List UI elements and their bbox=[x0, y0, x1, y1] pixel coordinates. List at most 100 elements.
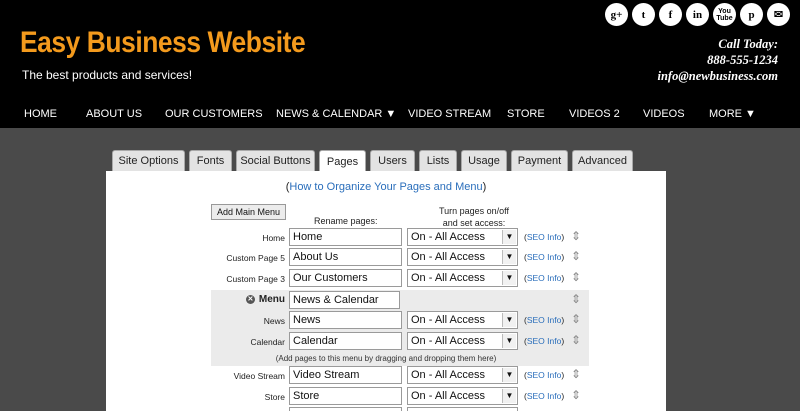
page-row-label: Store bbox=[264, 392, 285, 402]
drag-handle-icon[interactable]: ⇕ bbox=[571, 389, 581, 401]
page-row: Custom Page 5 About Us On - All Access ▼ … bbox=[106, 247, 666, 268]
access-select-value: On - All Access bbox=[411, 272, 485, 284]
seo-info-link[interactable]: SEO Info bbox=[527, 273, 562, 283]
rename-pages-header: Rename pages: bbox=[314, 216, 378, 226]
page-row-label: Custom Page 5 bbox=[226, 253, 285, 263]
seo-info-link[interactable]: SEO Info bbox=[527, 252, 562, 262]
access-select-value: On - All Access bbox=[411, 369, 485, 381]
seo-info-link[interactable]: SEO Info bbox=[527, 232, 562, 242]
drag-handle-icon[interactable]: ⇕ bbox=[571, 334, 581, 346]
youtube-icon[interactable]: You Tube bbox=[713, 3, 736, 26]
tab-usage[interactable]: Usage bbox=[461, 150, 507, 171]
seo-info-link[interactable]: SEO Info bbox=[527, 315, 562, 325]
help-link-row: (How to Organize Your Pages and Menu) bbox=[106, 181, 666, 193]
seo-info-link[interactable]: SEO Info bbox=[527, 391, 562, 401]
chevron-down-icon: ▼ bbox=[502, 389, 516, 403]
menu-label-text: Menu bbox=[258, 294, 285, 305]
drag-handle-icon[interactable]: ⇕ bbox=[571, 368, 581, 380]
page-row: Custom Page 3 Our Customers On - All Acc… bbox=[106, 268, 666, 289]
seo-paren-close: ) bbox=[561, 252, 565, 262]
tab-pages[interactable]: Pages bbox=[319, 150, 366, 172]
tab-users[interactable]: Users bbox=[370, 150, 415, 171]
email-address[interactable]: info@newbusiness.com bbox=[658, 68, 779, 84]
page-name-input[interactable]: Store bbox=[289, 387, 402, 405]
nav-videos[interactable]: VIDEOS bbox=[643, 108, 685, 120]
remove-menu-icon[interactable]: ✕ bbox=[245, 294, 255, 304]
main-nav: HOME ABOUT US OUR CUSTOMERS NEWS & CALEN… bbox=[0, 104, 800, 126]
page-name-input[interactable]: Calendar bbox=[289, 332, 402, 350]
site-header: Easy Business Website The best products … bbox=[0, 0, 800, 128]
access-select[interactable]: On - All Access ▼ bbox=[407, 332, 518, 350]
nav-news-calendar[interactable]: NEWS & CALENDAR ▼ bbox=[276, 108, 396, 120]
page-name-input[interactable]: Home bbox=[289, 228, 402, 246]
nav-about-us[interactable]: ABOUT US bbox=[86, 108, 142, 120]
seo-paren-close: ) bbox=[561, 336, 565, 346]
menu-name-input[interactable]: News & Calendar bbox=[289, 291, 400, 309]
access-select[interactable]: On - All Access ▼ bbox=[407, 248, 518, 266]
page-name-input[interactable]: News bbox=[289, 311, 402, 329]
access-select[interactable]: On - All Access ▼ bbox=[407, 228, 518, 246]
seo-info: (SEO Info) bbox=[524, 336, 564, 346]
call-label: Call Today: bbox=[718, 37, 778, 51]
tab-advanced[interactable]: Advanced bbox=[572, 150, 633, 171]
page-row: Video Stream Video Stream On - All Acces… bbox=[106, 365, 666, 386]
seo-info: (SEO Info) bbox=[524, 315, 564, 325]
drag-drop-hint: (Add pages to this menu by dragging and … bbox=[275, 354, 497, 363]
site-tagline: The best products and services! bbox=[22, 68, 193, 82]
access-select-value: On - All Access bbox=[411, 251, 485, 263]
access-select[interactable]: On - All Access ▼ bbox=[407, 311, 518, 329]
page-name-input[interactable]: About Us bbox=[289, 248, 402, 266]
nav-store[interactable]: STORE bbox=[507, 108, 545, 120]
nav-more[interactable]: MORE ▼ bbox=[709, 108, 756, 120]
drag-handle-icon[interactable]: ⇕ bbox=[571, 230, 581, 242]
tab-social-buttons[interactable]: Social Buttons bbox=[236, 150, 315, 171]
seo-paren-close: ) bbox=[561, 273, 565, 283]
page-row-label: Custom Page 3 bbox=[226, 274, 285, 284]
page-row-label: Calendar bbox=[250, 337, 286, 347]
drag-handle-icon[interactable]: ⇕ bbox=[571, 293, 581, 305]
site-title[interactable]: Easy Business Website bbox=[20, 26, 306, 60]
access-select[interactable]: On - All Access ▼ bbox=[407, 269, 518, 287]
access-select-value: On - All Access bbox=[411, 335, 485, 347]
nav-home[interactable]: HOME bbox=[24, 108, 57, 120]
tab-payment[interactable]: Payment bbox=[511, 150, 568, 171]
page-name-input[interactable]: Our Customers bbox=[289, 269, 402, 287]
add-main-menu-button[interactable]: Add Main Menu bbox=[211, 204, 286, 220]
page-name-input-partial[interactable] bbox=[289, 407, 402, 411]
facebook-icon[interactable]: f bbox=[659, 3, 682, 26]
nav-videos-2[interactable]: VIDEOS 2 bbox=[569, 108, 620, 120]
drag-handle-icon[interactable]: ⇕ bbox=[571, 250, 581, 262]
seo-info-link[interactable]: SEO Info bbox=[527, 336, 562, 346]
page-row-label: Video Stream bbox=[233, 371, 285, 381]
phone-number[interactable]: 888-555-1234 bbox=[658, 52, 778, 68]
access-select-partial[interactable] bbox=[407, 407, 518, 411]
drag-handle-icon[interactable]: ⇕ bbox=[571, 313, 581, 325]
seo-info: (SEO Info) bbox=[524, 391, 564, 401]
tab-fonts[interactable]: Fonts bbox=[189, 150, 232, 171]
access-header: Turn pages on/off and set access: bbox=[429, 205, 519, 229]
page-row: Calendar Calendar On - All Access ▼ (SEO … bbox=[106, 331, 666, 352]
nav-video-stream[interactable]: VIDEO STREAM bbox=[408, 108, 491, 120]
pinterest-icon[interactable]: p bbox=[740, 3, 763, 26]
menu-row: ✕ Menu News & Calendar ⇕ bbox=[106, 290, 666, 311]
page-name-input[interactable]: Video Stream bbox=[289, 366, 402, 384]
seo-info-link[interactable]: SEO Info bbox=[527, 370, 562, 380]
drag-handle-icon[interactable]: ⇕ bbox=[571, 271, 581, 283]
help-link[interactable]: How to Organize Your Pages and Menu bbox=[289, 181, 482, 193]
access-select[interactable]: On - All Access ▼ bbox=[407, 366, 518, 384]
seo-info: (SEO Info) bbox=[524, 370, 564, 380]
email-icon[interactable]: ✉ bbox=[767, 3, 790, 26]
contact-info: Call Today: 888-555-1234 info@newbusines… bbox=[658, 36, 779, 84]
page-row-label: News bbox=[263, 316, 285, 326]
chevron-down-icon: ▼ bbox=[502, 250, 516, 264]
nav-our-customers[interactable]: OUR CUSTOMERS bbox=[165, 108, 263, 120]
seo-info: (SEO Info) bbox=[524, 273, 564, 283]
seo-info: (SEO Info) bbox=[524, 252, 564, 262]
tab-site-options[interactable]: Site Options bbox=[112, 150, 185, 171]
google-plus-icon[interactable]: g+ bbox=[605, 3, 628, 26]
linkedin-icon[interactable]: in bbox=[686, 3, 709, 26]
twitter-icon[interactable]: t bbox=[632, 3, 655, 26]
tab-lists[interactable]: Lists bbox=[419, 150, 457, 171]
access-select[interactable]: On - All Access ▼ bbox=[407, 387, 518, 405]
chevron-down-icon: ▼ bbox=[502, 313, 516, 327]
